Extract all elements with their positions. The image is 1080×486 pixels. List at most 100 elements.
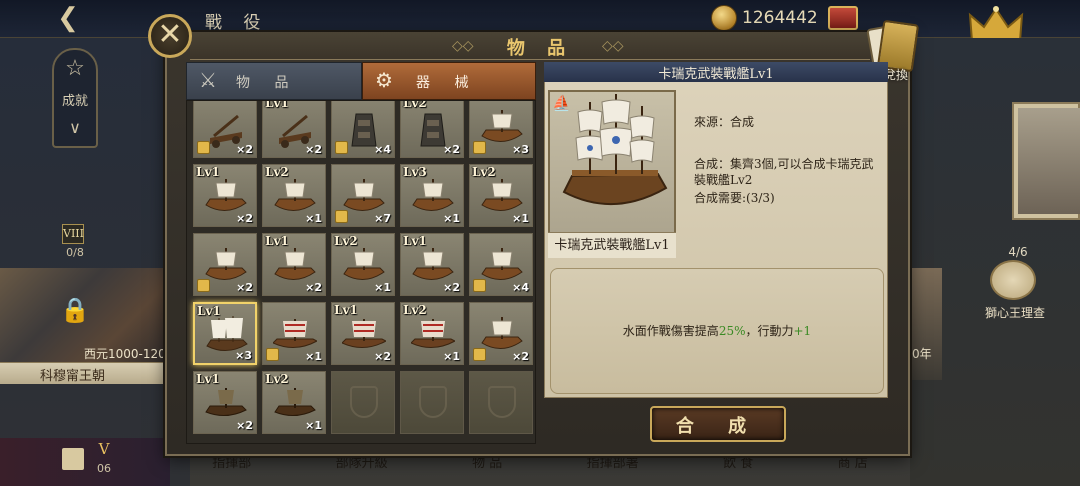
item-level: Lv2 [265,372,289,386]
item-slot[interactable]: ×2 [193,101,257,158]
item-slot[interactable]: Lv2 ×1 [262,371,326,434]
item-quantity: ×1 [305,419,322,432]
trophy-icon: ☆ [65,56,85,81]
close-icon[interactable]: ✕ [148,14,192,58]
item-slot[interactable]: Lv1 ×2 [262,101,326,158]
item-level: Lv1 [334,303,358,317]
era-year-right: 0年 [912,347,932,361]
ship-icon [481,248,523,280]
empty-slot [331,371,395,434]
footer-tab[interactable]: 指揮部 [212,452,251,486]
era-painting-right[interactable] [912,268,942,380]
item-slot[interactable]: Lv2 ×1 [262,164,326,227]
effect-mid: ，行動力 [745,324,794,338]
tab-items-label: 物 品 [236,75,299,91]
item-slot[interactable]: Lv1 ×2 [193,164,257,227]
ship-icon [343,248,385,280]
effect-prefix: 水面作戰傷害提高 [622,324,719,338]
puzzle-piece-icon [473,279,486,292]
equipment-icon: ⚙ [375,68,393,92]
item-level: Lv1 [197,304,221,318]
era-progress: 0/8 [66,246,84,259]
tab-equipment-label: 器 械 [416,75,479,91]
save-icon[interactable] [62,448,84,470]
era-year: 西元1000-120 [84,347,166,361]
item-quantity: ×2 [374,350,391,363]
footer-tab[interactable]: 物 品 [472,452,502,486]
item-slot[interactable]: Lv1 ×2 [400,233,464,296]
battle-title: 戰 役 [205,13,269,33]
galley-icon [273,319,317,348]
puzzle-piece-icon [473,348,486,361]
ship-icon [343,179,385,211]
synthesize-button-label[interactable]: 合 成 [650,412,786,438]
empty-slot [469,371,533,434]
shield-placeholder-icon [350,386,378,418]
item-slot[interactable]: ×4 [331,101,395,158]
item-slot[interactable]: Lv2 ×1 [400,302,464,365]
item-quantity: ×1 [374,281,391,294]
item-slot[interactable]: Lv1 ×2 [193,371,257,434]
detail-title: 卡瑞克武裝戰艦Lv1 [658,67,774,82]
ship-icon [205,248,247,280]
item-slot[interactable]: ×3 [469,101,533,158]
item-level: Lv1 [265,234,289,248]
footer-tab[interactable]: 指揮部署 [587,452,639,486]
item-slot[interactable]: Lv2 ×1 [331,233,395,296]
synthesis-requirement: 合成需要:(3/3) [694,191,775,205]
item-slot[interactable]: Lv1 ×3 [193,302,257,365]
ship-icon [274,248,316,280]
ship-icon [274,179,316,211]
item-quantity: ×3 [512,143,529,156]
item-quantity: ×1 [443,212,460,225]
item-level: Lv2 [265,165,289,179]
portrait-label: 卡瑞克武裝戰艦Lv1 [548,232,676,258]
ship-icon [481,110,523,142]
item-slot[interactable]: Lv1 ×2 [331,302,395,365]
item-quantity: ×2 [236,419,253,432]
tower-icon [351,113,377,147]
item-slot[interactable]: Lv1 ×2 [262,233,326,296]
item-quantity: ×2 [443,143,460,156]
chevron-down-icon[interactable]: ∨ [62,118,88,137]
chapter-roman: V [98,440,110,458]
item-quantity: ×1 [443,350,460,363]
puzzle-piece-icon [335,141,348,154]
item-slot[interactable]: ×7 [331,164,395,227]
item-grid: ×2 Lv1 ×2 ×4 Lv2 ×2 ×3 Lv1 ×2 Lv2 ×1 ×7 Lv3 ×1 Lv2 ×1 ×2… [186,100,536,444]
item-quantity: ×2 [512,350,529,363]
puzzle-piece-icon [197,279,210,292]
item-slot[interactable]: Lv3 ×1 [400,164,464,227]
ornament-icon: ◇◇ [602,38,624,54]
lock-icon: 🔒 [60,296,90,324]
footer-tab[interactable]: 部隊升級 [336,452,388,486]
ship-type-icon: ⛵ [552,94,571,112]
item-slot[interactable]: ×4 [469,233,533,296]
item-quantity: ×2 [236,212,253,225]
item-quantity: ×7 [374,212,391,225]
cart-icon [279,114,311,148]
footer-tab[interactable]: 商 店 [838,452,868,486]
item-quantity: ×2 [305,281,322,294]
ship-icon [205,179,247,211]
effect-plus: +1 [793,324,812,338]
achievement-label: 成就 [61,94,88,109]
puzzle-piece-icon [197,141,210,154]
coin-count: 1264442 [742,8,818,28]
item-slot[interactable]: Lv2 ×1 [469,164,533,227]
footer-tab[interactable]: 飲 食 [723,452,753,486]
lion-label: 獅心王理查 [984,306,1045,320]
chest-icon[interactable] [828,6,858,30]
tower-icon [420,113,446,147]
era-name: 科穆甯王朝 [40,369,106,384]
back-arrow-icon[interactable]: ❮ [48,5,88,31]
puzzle-piece-icon [266,348,279,361]
item-slot[interactable]: ×1 [262,302,326,365]
chapter-page: 06 [97,462,111,475]
item-level: Lv1 [403,234,427,248]
item-slot[interactable]: ×2 [193,233,257,296]
item-slot[interactable]: Lv2 ×2 [400,101,464,158]
lion-emblem-icon[interactable] [990,260,1036,300]
shield-swords-icon: ⚔ [199,68,217,92]
item-slot[interactable]: ×2 [469,302,533,365]
